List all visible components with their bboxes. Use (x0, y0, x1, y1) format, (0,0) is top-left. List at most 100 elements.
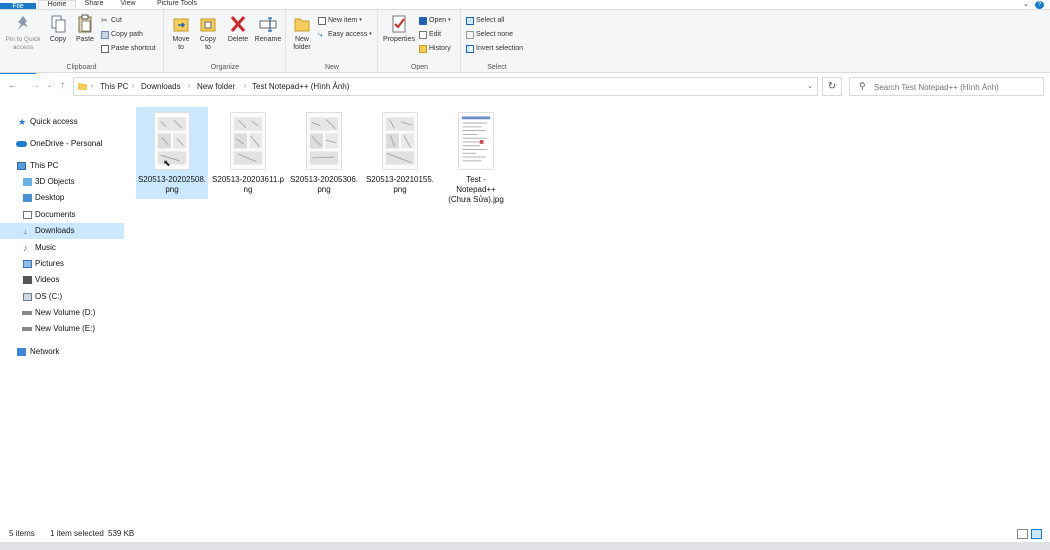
image-thumbnail-icon (230, 112, 266, 170)
back-arrow-icon[interactable]: ← (8, 80, 18, 91)
video-icon (23, 276, 32, 284)
invert-selection-icon (466, 44, 474, 53)
breadcrumb-separator-icon: › (188, 83, 191, 90)
edit-button[interactable]: Edit (419, 30, 441, 39)
file-item[interactable]: S20513-20205306.png (288, 107, 360, 199)
delete-button[interactable]: Delete (225, 14, 251, 44)
rename-button[interactable]: Rename (253, 14, 283, 44)
easy-access-button[interactable]: ⤷ Easy access ▾ (318, 30, 372, 39)
chevron-down-icon[interactable]: ⌄ (1023, 1, 1029, 9)
breadcrumb-separator-icon: › (132, 83, 135, 90)
large-icons-view-icon[interactable] (1031, 529, 1042, 539)
refresh-button[interactable]: ↻ (822, 77, 842, 96)
easy-access-label: Easy access (328, 31, 368, 38)
properties-button[interactable]: Properties (381, 14, 417, 44)
address-bar[interactable]: › This PC › Downloads › New folder › Tes… (73, 77, 818, 96)
breadcrumb-current-folder[interactable]: Test Notepad++ (Hình Ảnh) (252, 78, 349, 95)
star-icon: ★ (18, 117, 27, 127)
new-folder-button[interactable]: New folder (289, 14, 315, 52)
file-item[interactable]: ⬉ S20513-20202508.png (136, 107, 208, 199)
search-input[interactable] (874, 80, 1039, 94)
nav-item-3d-objects[interactable]: 3D Objects (0, 174, 124, 190)
nav-item-volume-d[interactable]: New Volume (D:) (0, 305, 124, 321)
edit-label: Edit (429, 31, 442, 38)
cube-icon (23, 178, 32, 186)
nav-item-this-pc[interactable]: This PC (0, 158, 124, 174)
nav-label: New Volume (D:) (35, 308, 96, 317)
copy-to-button[interactable]: Copy to (195, 14, 221, 52)
breadcrumb-new-folder[interactable]: New folder (197, 78, 235, 95)
cut-label: Cut (111, 17, 122, 24)
nav-label: Documents (35, 210, 76, 219)
easy-access-icon: ⤷ (318, 29, 323, 39)
nav-item-volume-e[interactable]: New Volume (E:) (0, 321, 124, 337)
desktop-icon (23, 194, 32, 202)
nav-item-music[interactable]: ♪ Music (0, 240, 124, 256)
select-none-button[interactable]: Select none (466, 30, 513, 39)
nav-item-downloads[interactable]: ↓ Downloads (0, 223, 124, 239)
copy-to-label: Copy to (199, 36, 217, 51)
move-to-icon (173, 18, 189, 32)
refresh-icon: ↻ (827, 81, 837, 92)
copy-button[interactable]: Copy (45, 14, 71, 44)
paste-shortcut-button[interactable]: Paste shortcut (101, 44, 156, 53)
breadcrumb-this-pc[interactable]: This PC (100, 78, 128, 95)
image-thumbnail-icon (154, 112, 190, 170)
file-item[interactable]: S20513-20203611.png (212, 107, 284, 199)
nav-label: OS (C:) (35, 292, 63, 301)
copy-to-icon (200, 18, 216, 32)
nav-label: This PC (30, 161, 59, 170)
file-item[interactable]: Test - Notepad++ (Chưa Sửa).jpg (440, 107, 512, 204)
cut-button[interactable]: ✂ Cut (101, 16, 122, 25)
copy-path-button[interactable]: Copy path (101, 30, 143, 39)
tab-view[interactable]: View (112, 0, 144, 9)
move-to-label: Move to (172, 36, 190, 51)
nav-item-documents[interactable]: Documents (0, 207, 124, 223)
open-group: Properties Open ▾ Edit History Open (379, 10, 461, 73)
nav-item-network[interactable]: Network (0, 344, 124, 360)
select-all-button[interactable]: Select all (466, 16, 504, 25)
up-arrow-icon[interactable]: ↑ (60, 80, 65, 91)
delete-label: Delete (227, 36, 249, 43)
search-box[interactable]: ⚲ (849, 77, 1044, 96)
select-all-icon (466, 16, 474, 25)
nav-label: 3D Objects (35, 177, 75, 186)
nav-label: New Volume (E:) (35, 324, 96, 333)
nav-item-videos[interactable]: Videos (0, 272, 124, 288)
help-icon[interactable]: ? (1035, 0, 1044, 9)
move-to-button[interactable]: Move to (168, 14, 194, 52)
paste-button[interactable]: Paste (72, 14, 98, 44)
recent-locations-icon[interactable]: ⌄ (47, 82, 52, 89)
tab-share[interactable]: Share (78, 0, 110, 9)
image-thumbnail-icon (382, 112, 418, 170)
new-item-button[interactable]: New item ▾ (318, 16, 362, 25)
history-button[interactable]: History (419, 44, 451, 53)
details-view-icon[interactable] (1017, 529, 1028, 539)
nav-item-quick-access[interactable]: ★ Quick access (0, 114, 124, 130)
open-button[interactable]: Open ▾ (419, 16, 451, 25)
breadcrumb-downloads[interactable]: Downloads (141, 78, 181, 95)
pin-label: Pin to Quick access (5, 36, 41, 51)
copy-label: Copy (49, 36, 67, 43)
image-thumbnail-icon (458, 112, 494, 170)
nav-label: Pictures (35, 259, 64, 268)
status-bar: 5 items 1 item selected 539 KB (0, 526, 1050, 542)
dropdown-caret-icon: ▾ (359, 17, 362, 23)
tab-home[interactable]: Home (38, 0, 76, 9)
file-item[interactable]: S20513-20210155.png (364, 107, 436, 199)
music-icon: ♪ (23, 243, 28, 253)
properties-icon (392, 15, 406, 33)
file-name: Test - Notepad++ (Chưa Sửa).jpg (448, 175, 504, 204)
nav-item-os-c[interactable]: OS (C:) (0, 289, 124, 305)
invert-selection-button[interactable]: Invert selection (466, 44, 523, 53)
pin-to-quick-access-button[interactable]: Pin to Quick access (3, 14, 43, 52)
nav-item-onedrive[interactable]: OneDrive - Personal (0, 136, 124, 152)
selection-size: 539 KB (108, 529, 135, 538)
nav-item-pictures[interactable]: Pictures (0, 256, 124, 272)
forward-arrow-icon[interactable]: → (30, 80, 40, 91)
nav-item-desktop[interactable]: Desktop (0, 190, 124, 206)
history-label: History (429, 45, 451, 52)
dropdown-caret-icon: ▾ (369, 31, 372, 37)
chevron-down-icon[interactable]: ⌄ (807, 78, 813, 95)
tab-picture-tools[interactable]: Picture Tools (148, 0, 206, 9)
